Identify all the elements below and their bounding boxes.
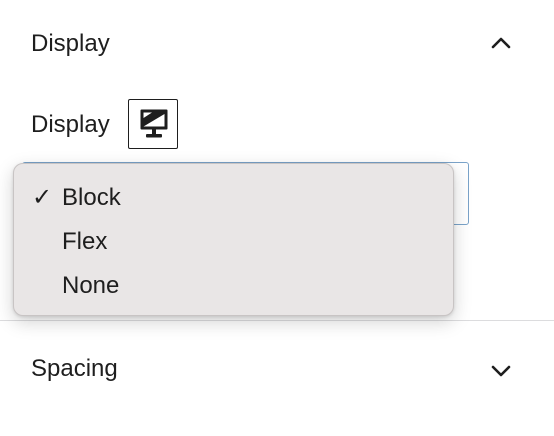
display-dropdown-menu: ✓ Block Flex None	[13, 163, 454, 316]
display-panel-header[interactable]: Display	[0, 0, 554, 90]
dropdown-option-none[interactable]: None	[14, 264, 453, 308]
chevron-down-icon[interactable]	[486, 356, 516, 386]
dropdown-option-label: None	[62, 272, 120, 299]
dropdown-option-label: Block	[62, 184, 121, 211]
chevron-up-icon[interactable]	[486, 28, 516, 58]
dropdown-option-flex[interactable]: Flex	[14, 220, 453, 264]
dropdown-option-label: Flex	[62, 228, 108, 255]
checkmark-icon: ✓	[32, 184, 53, 211]
display-panel-title: Display	[31, 30, 110, 57]
dropdown-option-block[interactable]: ✓ Block	[14, 176, 453, 220]
desktop-icon	[140, 109, 168, 138]
display-field-label: Display	[31, 111, 110, 138]
spacing-panel-title: Spacing	[31, 355, 118, 382]
device-toggle-button[interactable]	[128, 99, 178, 149]
panel-divider	[0, 320, 554, 321]
